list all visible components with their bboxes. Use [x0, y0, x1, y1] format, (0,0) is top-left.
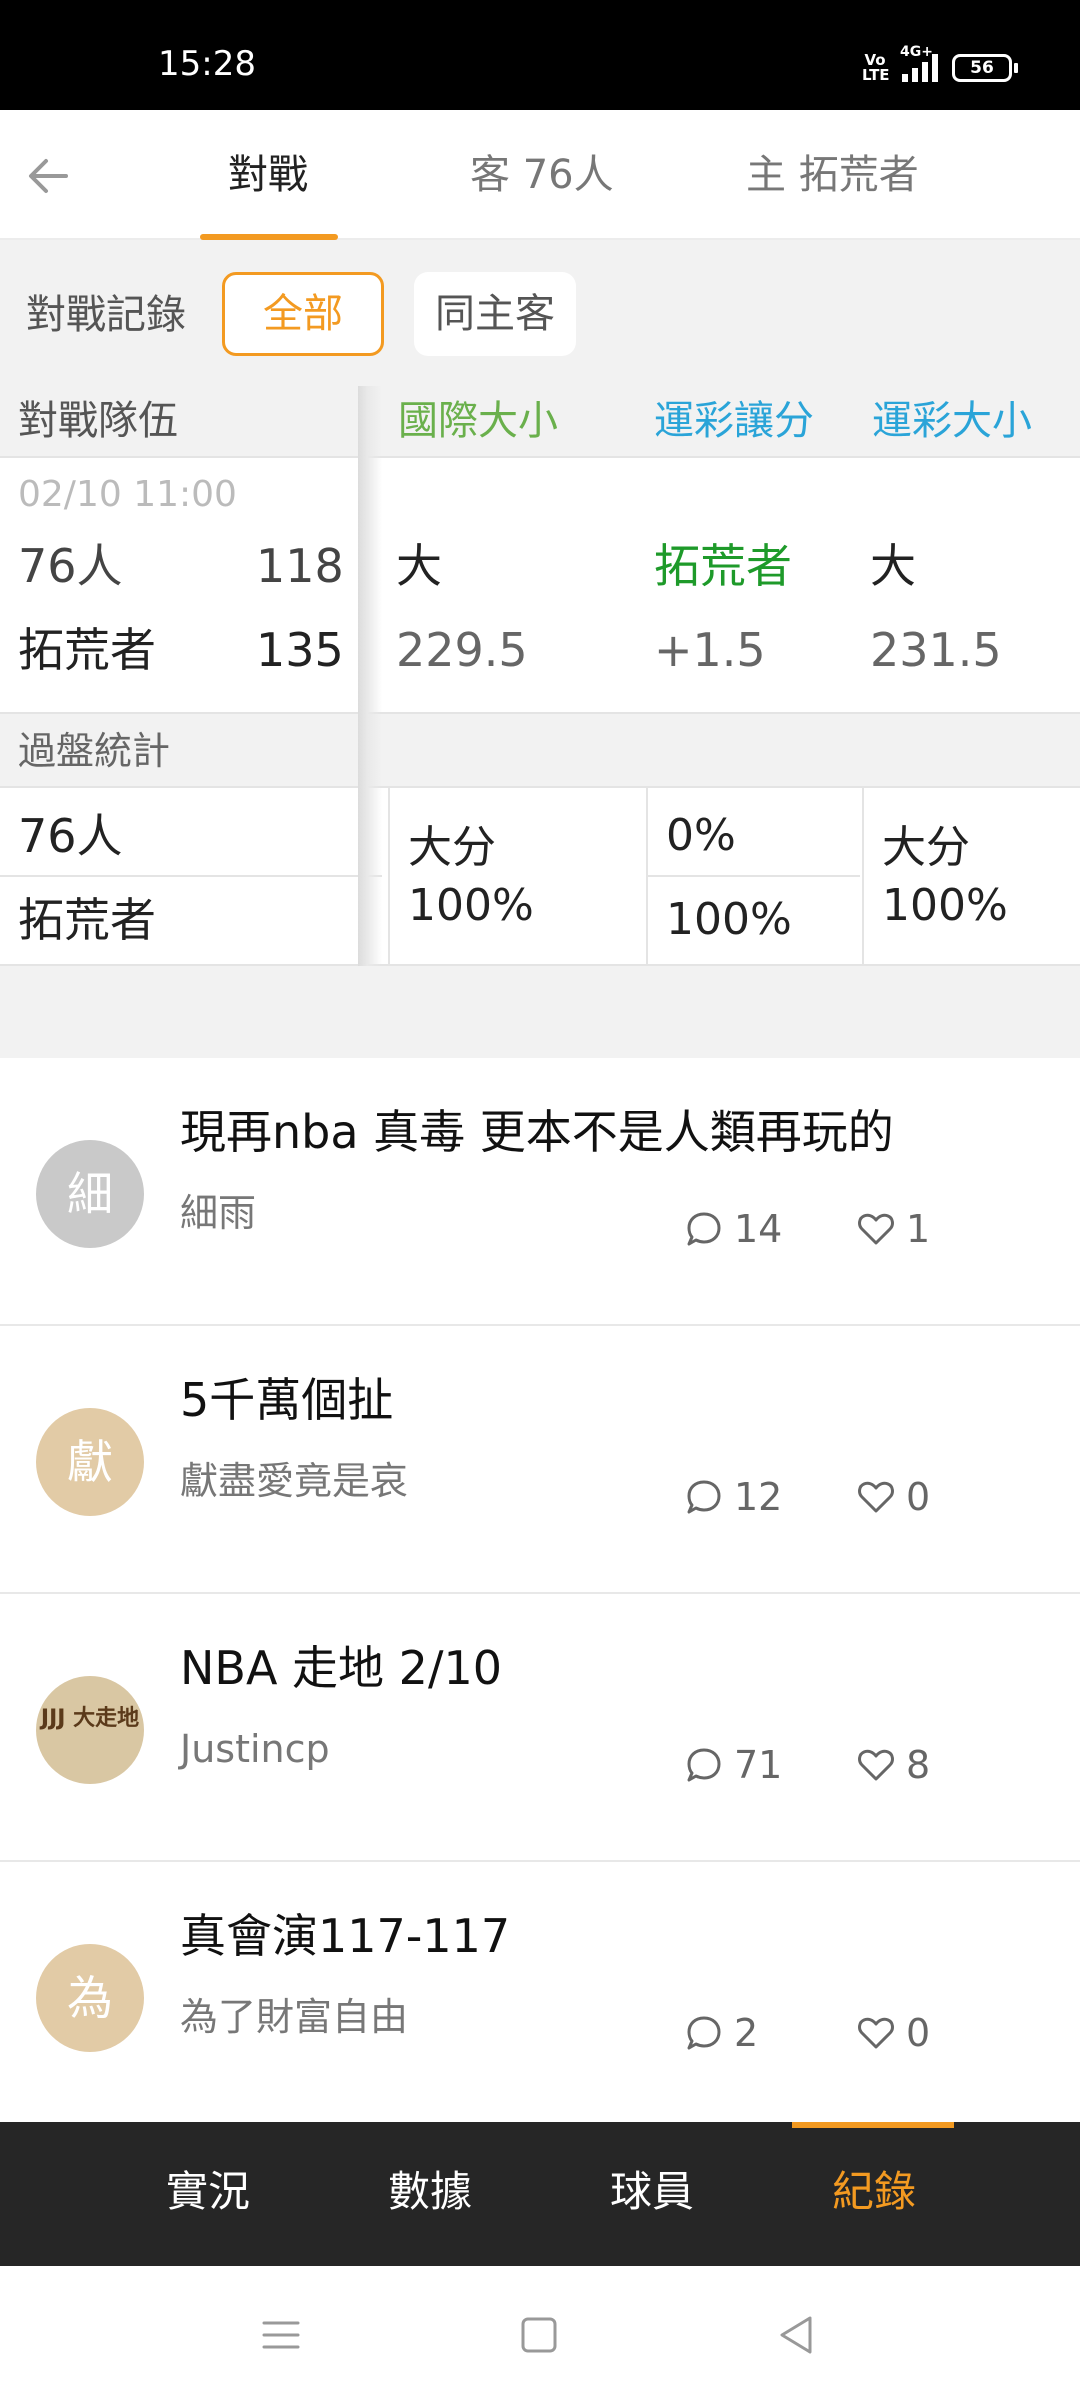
- nav-live[interactable]: 實況: [166, 2162, 250, 2222]
- avatar[interactable]: JJJ 大走地: [36, 1676, 144, 1784]
- avatar[interactable]: 為: [36, 1944, 144, 2052]
- nav-records[interactable]: 紀錄: [832, 2162, 916, 2222]
- stats-intl-value: 100%: [408, 880, 534, 931]
- comment-count: 71: [734, 1743, 783, 1787]
- post-item[interactable]: JJJ 大走地 NBA 走地 2/10 Justincp 71 8: [0, 1594, 1080, 1862]
- post-comments: 12: [684, 1472, 782, 1522]
- heart-icon: [858, 1213, 894, 1245]
- total-result: 大: [870, 539, 916, 593]
- stats-total-label: 大分: [882, 822, 970, 873]
- status-bar: 15:28 Vo LTE 4G+ 56: [0, 0, 1080, 110]
- post-author: 為了財富自由: [180, 1995, 409, 2039]
- post-title[interactable]: 5千萬個扯: [180, 1370, 393, 1430]
- heart-icon: [858, 1749, 894, 1781]
- home-team-name: 拓荒者: [18, 623, 156, 677]
- stats-divider: [0, 875, 382, 877]
- post-comments: 71: [684, 1740, 782, 1790]
- stats-team1: 76人: [18, 809, 123, 863]
- post-item[interactable]: 為 真會演117-117 為了財富自由 2 0: [0, 1862, 1080, 2130]
- stats-title: 過盤統計: [18, 729, 171, 773]
- stats-divider-3: [862, 786, 864, 966]
- post-title[interactable]: 真會演117-117: [180, 1906, 510, 1966]
- bottom-nav: [0, 2122, 1080, 2266]
- filter-label: 對戰記錄: [26, 292, 186, 338]
- avatar[interactable]: 獻: [36, 1408, 144, 1516]
- signal-icon: 4G+: [900, 44, 938, 82]
- post-likes[interactable]: 0: [856, 1472, 930, 1522]
- filter-same-venue-chip[interactable]: 同主客: [414, 272, 576, 356]
- stats-spread-team1: 0%: [666, 810, 736, 861]
- nav-active-indicator: [792, 2122, 954, 2128]
- heart-icon: [858, 1481, 894, 1513]
- back-icon[interactable]: [772, 2310, 822, 2360]
- frozen-column-shadow: [358, 386, 382, 966]
- post-likes[interactable]: 0: [856, 2008, 930, 2058]
- stats-spread-team2: 100%: [666, 894, 792, 945]
- stats-spread-divider: [648, 875, 860, 877]
- game-date: 02/10 11:00: [18, 474, 237, 515]
- post-likes[interactable]: 8: [856, 1740, 930, 1790]
- home-team-score: 135: [256, 623, 344, 677]
- like-count: 0: [906, 1475, 931, 1519]
- tab-home-team[interactable]: 主 拓荒者: [746, 150, 919, 200]
- tab-matchup[interactable]: 對戰: [228, 150, 308, 200]
- post-title[interactable]: NBA 走地 2/10: [180, 1638, 502, 1698]
- comment-count: 14: [734, 1207, 783, 1251]
- post-item[interactable]: 獻 5千萬個扯 獻盡愛竟是哀 12 0: [0, 1326, 1080, 1594]
- total-line: 231.5: [870, 623, 1002, 677]
- like-count: 0: [906, 2011, 931, 2055]
- header-team: 對戰隊伍: [18, 398, 178, 444]
- status-time: 15:28: [158, 44, 256, 84]
- stats-divider-1: [388, 786, 390, 966]
- stats-team2: 拓荒者: [18, 893, 156, 947]
- stats-intl-label: 大分: [408, 822, 496, 873]
- intl-total-result: 大: [396, 539, 442, 593]
- comment-count: 2: [734, 2011, 759, 2055]
- away-team-name: 76人: [18, 539, 123, 593]
- header-spread: 運彩讓分: [654, 398, 814, 444]
- post-likes[interactable]: 1: [856, 1204, 930, 1254]
- header-total: 運彩大小: [872, 398, 1032, 444]
- post-title[interactable]: 現再nba 真毒 更本不是人類再玩的: [180, 1102, 894, 1162]
- stats-total-value: 100%: [882, 880, 1008, 931]
- battery-icon: 56: [952, 54, 1018, 82]
- post-item[interactable]: 細 現再nba 真毒 更本不是人類再玩的 細雨 14 1: [0, 1058, 1080, 1326]
- back-arrow-icon[interactable]: [22, 150, 74, 202]
- intl-total-line: 229.5: [396, 623, 528, 677]
- away-team-score: 118: [256, 539, 344, 593]
- post-author: 細雨: [180, 1191, 257, 1235]
- comment-count: 12: [734, 1475, 783, 1519]
- filter-all-chip[interactable]: 全部: [222, 272, 384, 356]
- comment-icon: [687, 1480, 721, 1514]
- nav-stats[interactable]: 數據: [388, 2162, 472, 2222]
- like-count: 8: [906, 1743, 931, 1787]
- avatar[interactable]: 細: [36, 1140, 144, 1248]
- tab-away-team[interactable]: 客 76人: [470, 150, 614, 200]
- heart-icon: [858, 2017, 894, 2049]
- spread-result: 拓荒者: [654, 539, 792, 593]
- post-comments: 2: [684, 2008, 758, 2058]
- comment-icon: [687, 2016, 721, 2050]
- tab-header: 對戰 客 76人 主 拓荒者: [0, 110, 1080, 240]
- comment-icon: [687, 1748, 721, 1782]
- menu-icon[interactable]: [256, 2310, 306, 2360]
- volte-icon: Vo LTE: [862, 51, 890, 84]
- like-count: 1: [906, 1207, 931, 1251]
- post-author: 獻盡愛竟是哀: [180, 1459, 409, 1503]
- header-intl-total: 國際大小: [398, 398, 558, 444]
- network-type: 4G+: [900, 44, 933, 60]
- spread-line: +1.5: [654, 623, 766, 677]
- comment-icon: [687, 1212, 721, 1246]
- post-author: Justincp: [180, 1727, 330, 1771]
- post-comments: 14: [684, 1204, 782, 1254]
- nav-players[interactable]: 球員: [610, 2162, 694, 2222]
- status-icons: Vo LTE 4G+ 56: [862, 44, 1018, 88]
- home-icon[interactable]: [514, 2310, 564, 2360]
